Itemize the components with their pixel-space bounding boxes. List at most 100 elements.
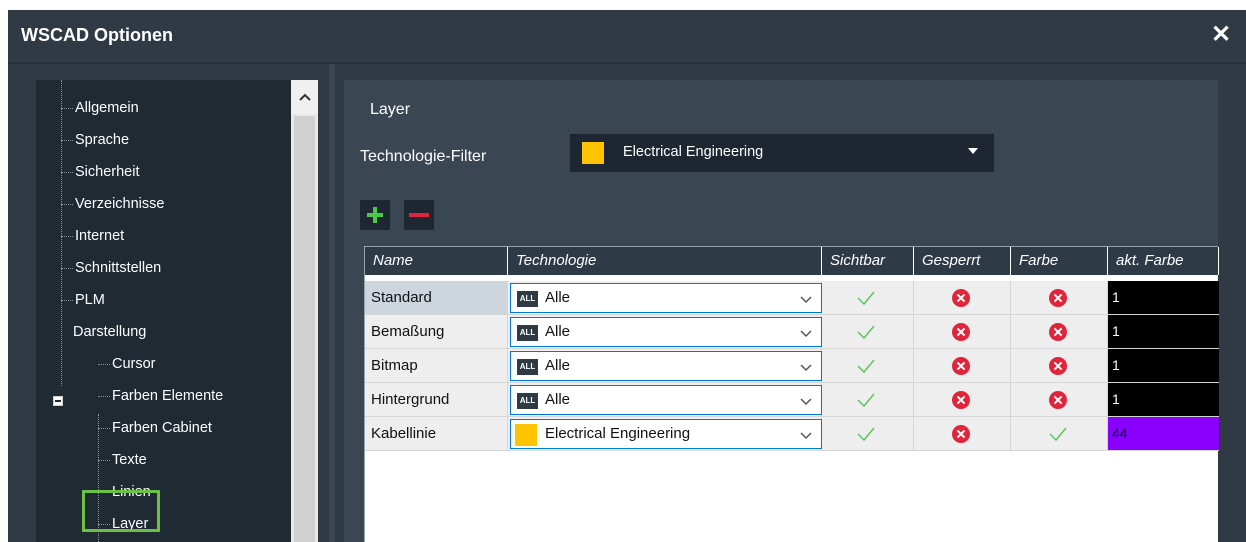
remove-layer-button[interactable] [404, 200, 434, 230]
title-bar: WSCAD Optionen ✕ [8, 10, 1246, 62]
locked-cell [914, 315, 1011, 349]
column-header-farbe[interactable]: Farbe [1011, 247, 1108, 275]
layer-row[interactable]: Kabellinie Electrical Engineering 44 [365, 417, 1219, 451]
tree-item-texte[interactable]: Texte [98, 448, 147, 472]
add-layer-button[interactable] [360, 200, 390, 230]
x-circle-icon[interactable] [1049, 323, 1067, 341]
active-color-value: 44 [1112, 425, 1128, 441]
selection-highlight [82, 490, 160, 532]
layer-row[interactable]: Bitmap ALL Alle 1 [365, 349, 1219, 383]
active-color-cell[interactable]: 1 [1108, 281, 1219, 315]
technology-value: Alle [545, 289, 571, 306]
active-color-cell[interactable]: 1 [1108, 383, 1219, 417]
column-header-gesperrt[interactable]: Gesperrt [914, 247, 1011, 275]
technology-select[interactable]: Electrical Engineering [510, 419, 822, 449]
chevron-down-icon [799, 360, 813, 374]
dropdown-arrow-icon [968, 148, 978, 154]
tree-connector [61, 299, 73, 301]
x-circle-icon[interactable] [952, 323, 970, 341]
collapse-icon[interactable] [53, 396, 63, 406]
checkmark-icon[interactable] [856, 392, 876, 408]
checkmark-icon[interactable] [856, 324, 876, 340]
column-header-name[interactable]: Name [365, 247, 508, 275]
x-circle-icon[interactable] [952, 289, 970, 307]
technology-select[interactable]: ALL Alle [510, 283, 822, 313]
checkmark-icon[interactable] [856, 426, 876, 442]
all-technologies-icon: ALL [517, 393, 538, 409]
tree-item-plm[interactable]: PLM [61, 288, 105, 312]
technology-select[interactable]: ALL Alle [510, 317, 822, 347]
tree-scrollbar[interactable] [291, 80, 318, 542]
x-circle-icon[interactable] [1049, 357, 1067, 375]
layer-row[interactable]: Standard ALL Alle 1 [365, 281, 1219, 315]
visible-cell [822, 315, 914, 349]
tree-item-verzeichnisse[interactable]: Verzeichnisse [61, 192, 164, 216]
technology-select[interactable]: ALL Alle [510, 385, 822, 415]
tree-item-darstellung[interactable]: Darstellung [73, 320, 146, 344]
active-color-cell[interactable]: 44 [1108, 417, 1219, 451]
layer-row[interactable]: Bemaßung ALL Alle 1 [365, 315, 1219, 349]
scroll-thumb[interactable] [294, 116, 315, 542]
tree-item-label: Sprache [75, 132, 130, 148]
layer-name-cell[interactable]: Bemaßung [365, 315, 508, 349]
tree-item-farben-cabinet[interactable]: Farben Cabinet [98, 416, 212, 440]
column-header-sichtbar[interactable]: Sichtbar [822, 247, 914, 275]
tree-connector [61, 203, 73, 205]
technology-filter-dropdown[interactable]: Electrical Engineering [570, 134, 994, 172]
technology-value: Alle [545, 357, 571, 374]
tree-item-sicherheit[interactable]: Sicherheit [61, 160, 139, 184]
layer-row[interactable]: Hintergrund ALL Alle 1 [365, 383, 1219, 417]
all-technologies-icon: ALL [517, 291, 538, 307]
pane-splitter[interactable] [329, 64, 335, 542]
x-circle-icon[interactable] [1049, 391, 1067, 409]
tree-item-sprache[interactable]: Sprache [61, 128, 129, 152]
technology-cell: ALL Alle [508, 383, 822, 417]
layer-name-cell[interactable]: Hintergrund [365, 383, 508, 417]
active-color-value: 1 [1112, 289, 1120, 305]
technology-cell: ALL Alle [508, 315, 822, 349]
close-icon[interactable]: ✕ [1208, 22, 1234, 48]
technology-cell: Electrical Engineering [508, 417, 822, 451]
active-color-cell[interactable]: 1 [1108, 315, 1219, 349]
layer-name-cell[interactable]: Kabellinie [365, 417, 508, 451]
options-tree: Allgemein Sprache Sicherheit Verzeichnisse I… [36, 80, 318, 542]
tree-connector [98, 427, 110, 429]
tree-item-cursor[interactable]: Cursor [98, 352, 156, 376]
title-separator [8, 62, 1246, 64]
tree-item-label: Texte [112, 452, 147, 468]
visible-cell [822, 383, 914, 417]
x-circle-icon[interactable] [1049, 289, 1067, 307]
x-circle-icon[interactable] [952, 425, 970, 443]
chevron-down-icon [799, 394, 813, 408]
checkmark-icon[interactable] [856, 358, 876, 374]
technology-cell: ALL Alle [508, 281, 822, 315]
x-circle-icon[interactable] [952, 357, 970, 375]
column-header-technologie[interactable]: Technologie [508, 247, 822, 275]
technology-color-swatch [582, 142, 604, 164]
checkmark-icon[interactable] [1048, 426, 1068, 442]
tree-item-label: Schnittstellen [75, 260, 162, 276]
active-color-cell[interactable]: 1 [1108, 349, 1219, 383]
layer-name-cell[interactable]: Bitmap [365, 349, 508, 383]
column-header-akt-farbe[interactable]: akt. Farbe [1108, 247, 1219, 275]
tree-item-internet[interactable]: Internet [61, 224, 124, 248]
tree-connector [98, 395, 110, 397]
tree-item-allgemein[interactable]: Allgemein [61, 96, 139, 120]
active-color-value: 1 [1112, 323, 1120, 339]
scroll-up-button[interactable] [291, 80, 318, 114]
tree-connector [61, 267, 73, 269]
active-color-value: 1 [1112, 391, 1120, 407]
tree-guide-line [61, 80, 62, 386]
tree-item-farben-elemente[interactable]: Farben Elemente [98, 384, 223, 408]
tree-connector [98, 459, 110, 461]
locked-cell [914, 349, 1011, 383]
tree-item-schnittstellen[interactable]: Schnittstellen [61, 256, 161, 280]
checkmark-icon[interactable] [856, 290, 876, 306]
tree-items: Allgemein Sprache Sicherheit Verzeichnisse I… [36, 80, 291, 542]
technology-value: Alle [545, 391, 571, 408]
layer-name-cell[interactable]: Standard [365, 281, 508, 315]
dialog-title: WSCAD Optionen [21, 25, 173, 45]
tree-connector [61, 235, 73, 237]
x-circle-icon[interactable] [952, 391, 970, 409]
technology-select[interactable]: ALL Alle [510, 351, 822, 381]
